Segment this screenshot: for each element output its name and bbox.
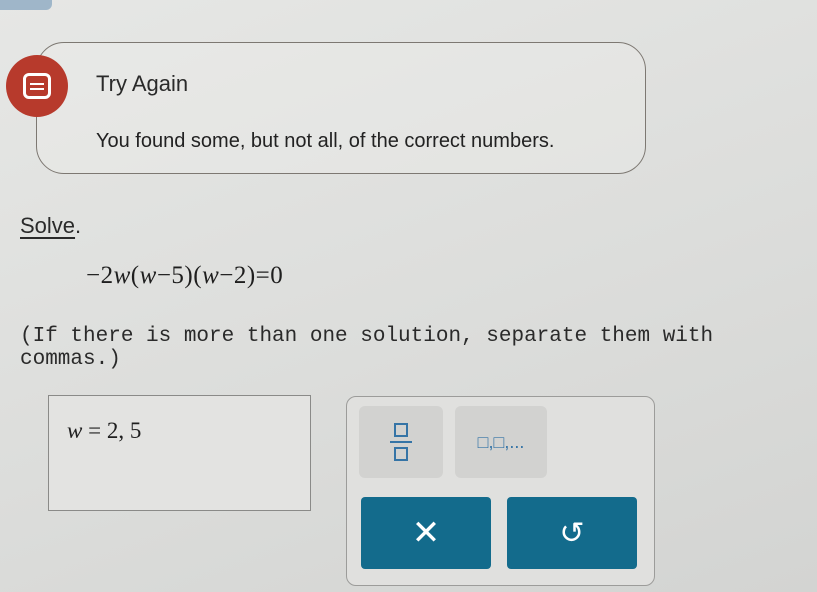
instructions: (If there is more than one solution, sep… bbox=[20, 325, 714, 371]
solve-prompt: Solve. bbox=[20, 213, 81, 239]
close-icon: ✕ bbox=[411, 514, 441, 552]
list-button[interactable]: □,□,... bbox=[455, 406, 547, 478]
solve-punct: . bbox=[75, 213, 82, 238]
answer-equals: = bbox=[82, 418, 107, 443]
feedback-title: Try Again bbox=[96, 71, 189, 96]
eq-var: w bbox=[139, 262, 157, 289]
undo-icon: ↺ bbox=[559, 516, 585, 550]
chat-bubble-icon bbox=[6, 55, 68, 117]
answer-input[interactable]: w = 2, 5 bbox=[48, 395, 311, 511]
answer-value: w = 2, 5 bbox=[67, 418, 141, 444]
feedback-card bbox=[36, 42, 646, 174]
eq-var: w bbox=[113, 262, 131, 289]
feedback-message: You found some, but not all, of the corr… bbox=[96, 130, 555, 152]
solve-link[interactable]: Solve bbox=[20, 213, 75, 238]
undo-button[interactable]: ↺ bbox=[507, 497, 637, 569]
fraction-button[interactable] bbox=[359, 406, 443, 478]
equation: −2w(w−5)(w−2)=0 bbox=[86, 262, 283, 290]
eq-open: ( bbox=[130, 262, 140, 289]
top-decoration bbox=[0, 0, 52, 10]
eq-coef: −2 bbox=[86, 262, 114, 289]
eq-rest: −5)( bbox=[156, 262, 203, 289]
eq-var: w bbox=[202, 262, 220, 289]
math-keypad: □,□,... ✕ ↺ bbox=[346, 396, 655, 586]
answer-variable: w bbox=[67, 418, 83, 443]
fraction-icon bbox=[390, 423, 412, 461]
answer-numbers: 2, 5 bbox=[106, 418, 142, 443]
clear-button[interactable]: ✕ bbox=[361, 497, 491, 569]
eq-rest: −2)=0 bbox=[219, 262, 284, 289]
